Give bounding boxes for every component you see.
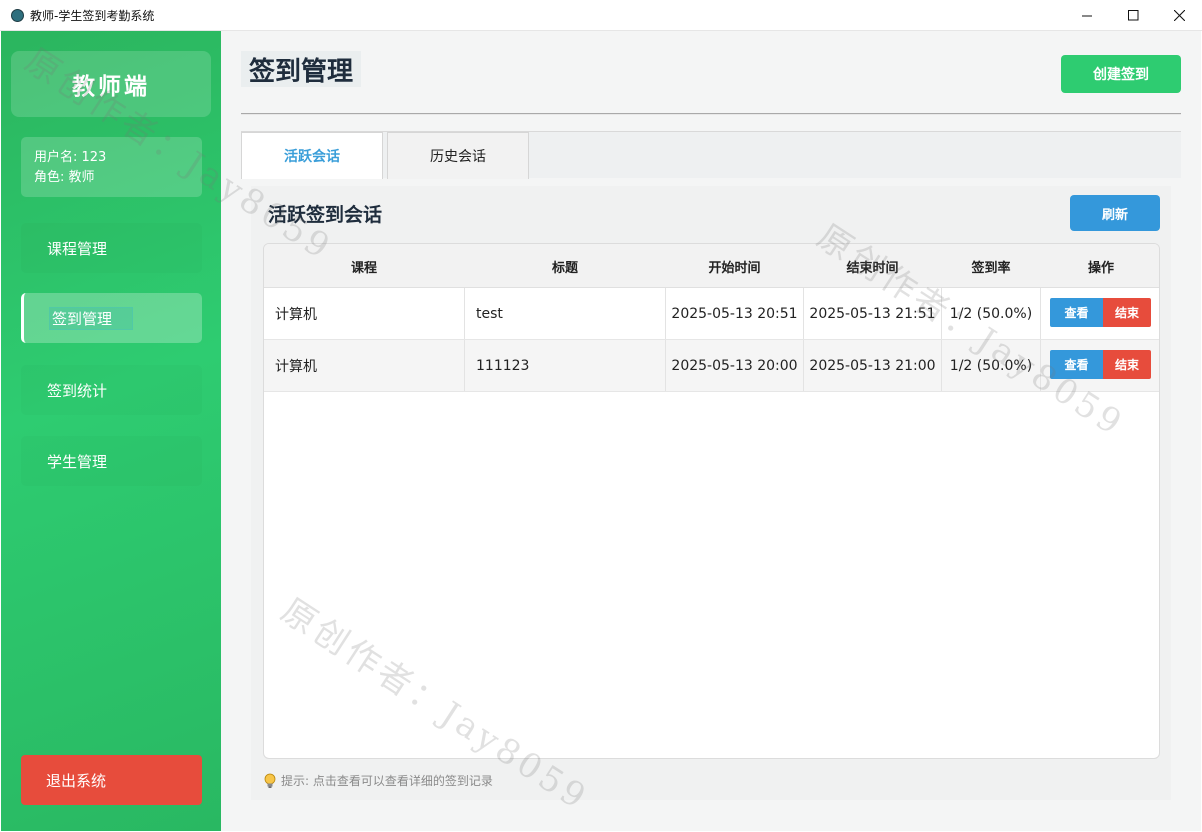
logout-button[interactable]: 退出系统: [21, 755, 202, 805]
panel-title: 活跃签到会话: [268, 204, 383, 226]
active-sessions-panel: 活跃签到会话 刷新 课程 标题 开始时间 结束时间 签到率 操作 计算机 tes…: [251, 186, 1171, 800]
hint-text: 提示: 点击查看可以查看详细的签到记录: [281, 774, 493, 788]
cell-rate: 1/2 (50.0%): [942, 288, 1041, 339]
close-button[interactable]: [1156, 0, 1202, 31]
column-header-rate[interactable]: 签到率: [942, 244, 1040, 288]
column-header-actions[interactable]: 操作: [1041, 244, 1159, 288]
sidebar-item-label: 签到统计: [47, 381, 108, 400]
column-header-start-time[interactable]: 开始时间: [666, 244, 803, 288]
column-header-title[interactable]: 标题: [465, 244, 665, 288]
user-info-box: 用户名: 123 角色: 教师: [21, 137, 202, 197]
table-row[interactable]: 计算机 test 2025-05-13 20:51 2025-05-13 21:…: [264, 288, 1159, 340]
close-icon: [1173, 10, 1185, 21]
role-label: 角色: 教师: [34, 170, 95, 185]
sidebar-item-checkin-statistics[interactable]: 签到统计: [21, 365, 202, 415]
cell-title: 111123: [465, 340, 666, 391]
cell-title: test: [465, 288, 666, 339]
tab-active-sessions[interactable]: 活跃会话: [241, 132, 383, 179]
end-session-button[interactable]: 结束: [1103, 350, 1151, 379]
view-button[interactable]: 查看: [1050, 350, 1103, 379]
refresh-button[interactable]: 刷新: [1070, 195, 1160, 231]
sidebar-brand: 教师端: [11, 51, 211, 117]
table-header: 课程 标题 开始时间 结束时间 签到率 操作: [264, 244, 1159, 288]
minimize-icon: [1081, 15, 1092, 17]
window-titlebar: 教师-学生签到考勤系统: [0, 0, 1202, 31]
username-label: 用户名: 123: [34, 150, 107, 165]
cell-actions: 查看 结束: [1041, 288, 1159, 339]
sidebar-item-label: 学生管理: [47, 452, 108, 471]
maximize-button[interactable]: [1110, 0, 1156, 31]
end-session-button[interactable]: 结束: [1103, 298, 1151, 327]
sidebar-item-label: 课程管理: [47, 239, 108, 258]
window-controls: [1064, 0, 1202, 31]
cell-course: 计算机: [264, 288, 465, 339]
cell-end-time: 2025-05-13 21:51: [804, 288, 942, 339]
sidebar-item-checkin-management[interactable]: 签到管理: [21, 293, 202, 343]
maximize-icon: [1127, 10, 1138, 21]
create-checkin-button[interactable]: 创建签到: [1061, 55, 1181, 93]
lightbulb-icon: [264, 773, 276, 788]
column-header-course[interactable]: 课程: [264, 244, 464, 288]
main-content: 签到管理 创建签到 活跃会话 历史会话 活跃签到会话 刷新 课程 标题 开始时间…: [221, 31, 1201, 831]
view-button[interactable]: 查看: [1050, 298, 1103, 327]
header-divider: [241, 113, 1181, 115]
window-title: 教师-学生签到考勤系统: [30, 8, 155, 23]
table-row[interactable]: 计算机 111123 2025-05-13 20:00 2025-05-13 2…: [264, 340, 1159, 392]
sidebar-item-course-management[interactable]: 课程管理: [21, 223, 202, 273]
sessions-table: 课程 标题 开始时间 结束时间 签到率 操作 计算机 test 2025-05-…: [263, 243, 1160, 759]
cell-start-time: 2025-05-13 20:51: [666, 288, 804, 339]
cell-end-time: 2025-05-13 21:00: [804, 340, 942, 391]
cell-actions: 查看 结束: [1041, 340, 1159, 391]
hint-text-row: 提示: 点击查看可以查看详细的签到记录: [263, 772, 493, 789]
sidebar-item-student-management[interactable]: 学生管理: [21, 436, 202, 486]
cell-course: 计算机: [264, 340, 465, 391]
app-icon: [11, 8, 24, 22]
minimize-button[interactable]: [1064, 0, 1110, 31]
cell-start-time: 2025-05-13 20:00: [666, 340, 804, 391]
page-title: 签到管理: [241, 51, 362, 87]
sidebar-item-label: 签到管理: [49, 306, 134, 330]
cell-rate: 1/2 (50.0%): [942, 340, 1041, 391]
tab-history-sessions[interactable]: 历史会话: [387, 132, 529, 179]
tab-bar: 活跃会话 历史会话: [241, 131, 1181, 179]
column-header-end-time[interactable]: 结束时间: [804, 244, 941, 288]
sidebar: 教师端 用户名: 123 角色: 教师 课程管理 签到管理 签到统计 学生管理 …: [1, 31, 221, 831]
